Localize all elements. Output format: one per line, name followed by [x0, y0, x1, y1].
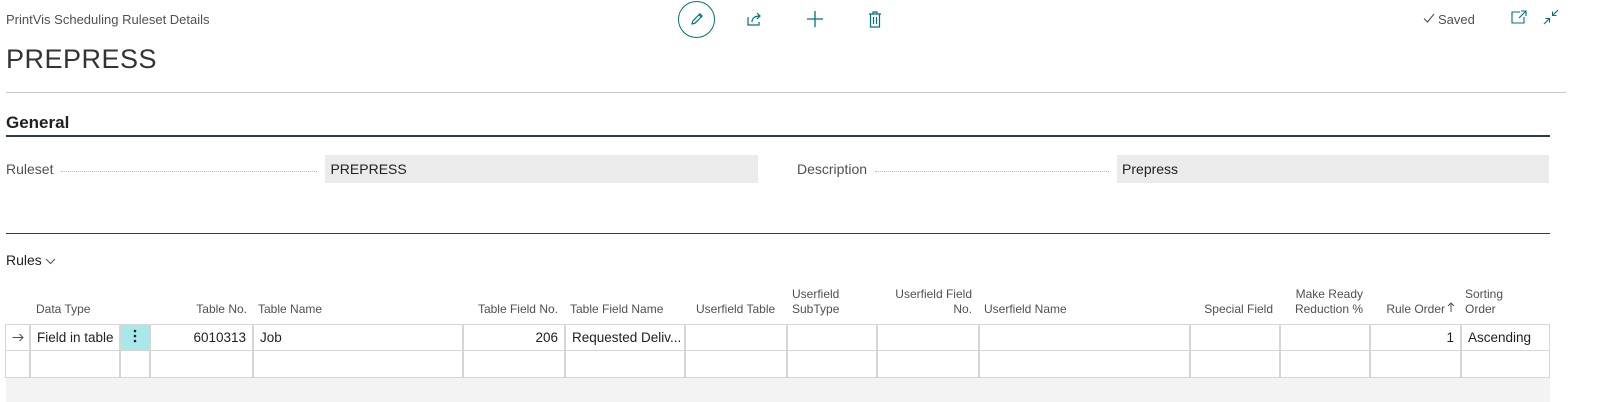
row-selector[interactable]	[5, 351, 30, 378]
open-new-window-button[interactable]	[1510, 9, 1528, 29]
cell-table-field-name[interactable]	[565, 351, 685, 378]
cell-make-ready-reduction[interactable]	[1280, 351, 1370, 378]
row-selector[interactable]	[5, 324, 30, 351]
cell-table-name[interactable]: Job	[253, 324, 463, 351]
edit-button[interactable]	[678, 0, 715, 38]
cell-userfield-name[interactable]	[979, 351, 1190, 378]
cell-table-field-name[interactable]: Requested Deliv...	[565, 324, 685, 351]
share-icon	[746, 11, 764, 27]
row-actions-cell[interactable]	[120, 351, 150, 378]
column-header-sorting-order[interactable]: Sorting Order	[1459, 284, 1549, 324]
cell-userfield-subtype[interactable]	[787, 351, 877, 378]
cell-table-name[interactable]	[253, 351, 463, 378]
description-label: Description	[797, 161, 868, 177]
cell-data-type[interactable]	[30, 351, 120, 378]
ruleset-leader-dots	[61, 170, 318, 172]
description-value[interactable]: Prepress	[1117, 155, 1550, 183]
title-divider	[6, 92, 1566, 93]
column-header-make-ready-reduction[interactable]: Make Ready Reduction %	[1279, 284, 1369, 324]
cell-sorting-order[interactable]	[1461, 351, 1550, 378]
table-row[interactable]: Field in table 6010313 Job 206 Requested…	[5, 324, 1550, 351]
cell-userfield-field-no[interactable]	[877, 351, 979, 378]
new-button[interactable]	[797, 1, 833, 37]
cell-userfield-table[interactable]	[685, 351, 787, 378]
collapse-icon	[1543, 9, 1559, 30]
column-header-special-field[interactable]: Special Field	[1189, 284, 1279, 324]
cell-special-field[interactable]	[1190, 351, 1280, 378]
trash-icon	[868, 10, 882, 28]
table-row[interactable]	[5, 351, 1550, 378]
rules-heading: Rules	[6, 252, 42, 268]
cell-userfield-name[interactable]	[979, 324, 1190, 351]
column-header-userfield-field-no[interactable]: Userfield Field No.	[876, 284, 978, 324]
action-bar	[678, 0, 893, 38]
general-section-divider	[6, 135, 1550, 137]
checkmark-icon	[1423, 12, 1435, 27]
page-caption: PrintVis Scheduling Ruleset Details	[6, 12, 210, 27]
plus-icon	[806, 10, 824, 28]
cell-userfield-subtype[interactable]	[787, 324, 877, 351]
column-header-data-type[interactable]: Data Type	[30, 284, 120, 324]
rules-section-toggle[interactable]: Rules	[6, 252, 56, 268]
collapse-button[interactable]	[1542, 9, 1560, 30]
column-header-userfield-subtype[interactable]: Userfield SubType	[786, 284, 876, 324]
chevron-down-icon	[45, 252, 56, 268]
saved-status: Saved	[1423, 12, 1475, 27]
more-options-icon	[133, 329, 137, 346]
share-button[interactable]	[737, 1, 773, 37]
column-header-table-field-no[interactable]: Table Field No.	[462, 284, 564, 324]
row-actions-button[interactable]	[120, 324, 150, 351]
ruleset-field: Ruleset PREPRESS	[6, 155, 759, 183]
cell-data-type[interactable]: Field in table	[30, 324, 120, 351]
general-section-heading[interactable]: General	[6, 113, 69, 133]
pencil-icon	[689, 11, 705, 27]
cell-table-field-no[interactable]: 206	[463, 324, 565, 351]
ruleset-label: Ruleset	[6, 161, 54, 177]
description-field: Description Prepress	[797, 155, 1550, 183]
cell-rule-order[interactable]	[1370, 351, 1461, 378]
column-header-table-no[interactable]: Table No.	[150, 284, 253, 324]
page-title: PREPRESS	[6, 44, 158, 74]
rules-section-divider	[6, 233, 1550, 234]
cell-special-field[interactable]	[1190, 324, 1280, 351]
cell-sorting-order[interactable]: Ascending	[1461, 324, 1550, 351]
open-in-new-window-icon	[1511, 9, 1527, 29]
ruleset-value[interactable]: PREPRESS	[325, 155, 759, 183]
column-header-rule-order[interactable]: Rule Order	[1369, 284, 1461, 324]
cell-table-field-no[interactable]	[463, 351, 565, 378]
saved-label: Saved	[1438, 12, 1475, 27]
delete-button[interactable]	[857, 1, 893, 37]
sort-ascending-icon	[1447, 302, 1455, 317]
grid-footer-area	[6, 378, 1550, 402]
cell-table-no[interactable]	[150, 351, 253, 378]
cell-table-no[interactable]: 6010313	[150, 324, 253, 351]
column-header-table-name[interactable]: Table Name	[252, 284, 462, 324]
description-leader-dots	[875, 170, 1110, 172]
arrow-right-icon	[12, 330, 24, 345]
cell-make-ready-reduction[interactable]	[1280, 324, 1370, 351]
column-header-userfield-table[interactable]: Userfield Table	[690, 284, 792, 324]
cell-userfield-table[interactable]	[685, 324, 787, 351]
cell-userfield-field-no[interactable]	[877, 324, 979, 351]
column-header-table-field-name[interactable]: Table Field Name	[564, 284, 684, 324]
column-header-userfield-name[interactable]: Userfield Name	[978, 284, 1188, 324]
cell-rule-order[interactable]: 1	[1370, 324, 1461, 351]
top-bar: PrintVis Scheduling Ruleset Details Save…	[0, 0, 1616, 40]
